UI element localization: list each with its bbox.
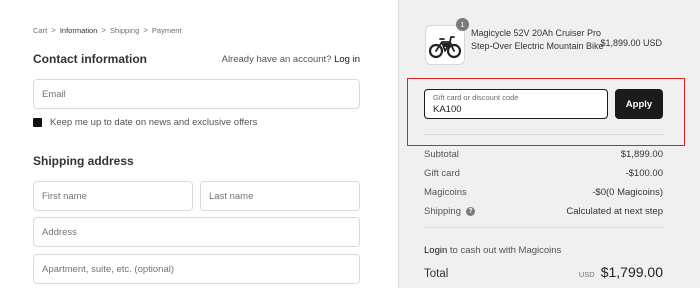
- discount-code-field[interactable]: Gift card or discount code KA100: [424, 89, 608, 119]
- newsletter-label: Keep me up to date on news and exclusive…: [50, 117, 258, 128]
- magicoins-cash-out: Login to cash out with Magicoins: [424, 245, 561, 256]
- cash-out-login-link[interactable]: Login: [424, 245, 447, 256]
- chevron-right-icon: >: [101, 26, 107, 35]
- breadcrumb-payment: Payment: [151, 26, 182, 35]
- summary-row-gift-card: Gift card -$100.00: [424, 168, 663, 179]
- summary-row-magicoins: Magicoins -$0(0 Magicoins): [424, 187, 663, 198]
- shipping-label-wrap: Shipping?: [424, 206, 475, 217]
- address-wrapper: [33, 217, 360, 247]
- order-summary-panel: 1 Magicycle 52V 20Ah Cruiser Pro Step-Ov…: [398, 0, 700, 288]
- shipping-address-title: Shipping address: [33, 154, 134, 168]
- product-thumbnail: [425, 25, 465, 65]
- chevron-right-icon: >: [51, 26, 56, 35]
- cash-out-text: to cash out with Magicoins: [447, 245, 562, 256]
- first-name-wrapper: [33, 181, 193, 211]
- subtotal-value: $1,899.00: [620, 149, 663, 160]
- total-amount: $1,799.00: [600, 264, 663, 280]
- breadcrumb-cart[interactable]: Cart: [33, 26, 47, 35]
- breadcrumb: Cart > Information > Shipping > Payment: [33, 26, 182, 35]
- email-field[interactable]: [34, 80, 359, 108]
- shipping-value: Calculated at next step: [566, 206, 663, 217]
- total-amount-wrap: USD $1,799.00: [579, 264, 663, 280]
- discount-code-value[interactable]: KA100: [433, 104, 462, 115]
- total-label: Total: [424, 268, 449, 280]
- gift-card-label: Gift card: [424, 168, 460, 179]
- quantity-badge: 1: [456, 18, 469, 31]
- summary-row-shipping: Shipping? Calculated at next step: [424, 206, 663, 217]
- apartment-wrapper: [33, 254, 360, 284]
- chevron-right-icon: >: [143, 26, 148, 35]
- login-link[interactable]: Log in: [334, 54, 360, 65]
- question-icon[interactable]: ?: [465, 206, 475, 216]
- first-name-field[interactable]: [34, 182, 192, 210]
- product-name: Magicycle 52V 20Ah Cruiser Pro Step-Over…: [471, 28, 604, 51]
- newsletter-checkbox[interactable]: [33, 118, 42, 127]
- divider: [424, 227, 663, 228]
- gift-card-value: -$100.00: [625, 168, 663, 179]
- subtotal-label: Subtotal: [424, 149, 459, 160]
- divider: [424, 134, 663, 135]
- product-price: $1,899.00 USD: [600, 38, 662, 48]
- checkout-form-panel: Cart > Information > Shipping > Payment …: [0, 0, 398, 288]
- last-name-wrapper: [200, 181, 360, 211]
- contact-information-title: Contact information: [33, 52, 147, 66]
- newsletter-option[interactable]: Keep me up to date on news and exclusive…: [33, 117, 257, 128]
- last-name-field[interactable]: [201, 182, 359, 210]
- total-row: Total USD $1,799.00: [424, 264, 663, 280]
- account-prompt: Already have an account? Log in: [222, 54, 360, 65]
- apartment-field[interactable]: [34, 255, 359, 283]
- apply-discount-button[interactable]: Apply: [615, 89, 663, 119]
- magicoins-value: -$0(0 Magicoins): [592, 187, 663, 198]
- ebike-icon: [428, 36, 462, 59]
- email-field-wrapper: [33, 79, 360, 109]
- summary-row-subtotal: Subtotal $1,899.00: [424, 149, 663, 160]
- account-prompt-text: Already have an account?: [221, 54, 332, 65]
- discount-code-label: Gift card or discount code: [433, 93, 519, 102]
- address-field[interactable]: [34, 218, 359, 246]
- breadcrumb-shipping: Shipping: [110, 26, 140, 35]
- breadcrumb-information: Information: [59, 26, 98, 35]
- magicoins-label: Magicoins: [424, 187, 467, 198]
- total-currency: USD: [578, 270, 595, 279]
- shipping-label: Shipping: [424, 206, 461, 217]
